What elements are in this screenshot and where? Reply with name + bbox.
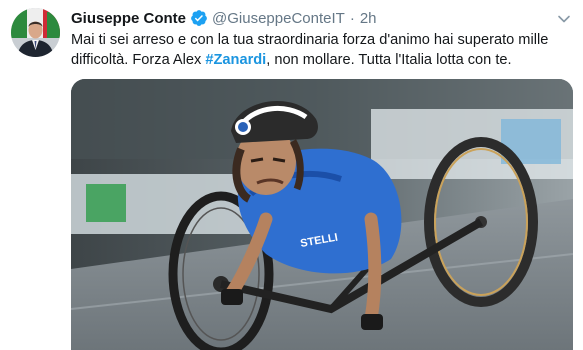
hashtag-link[interactable]: #Zanardi xyxy=(205,52,266,68)
verified-badge-icon xyxy=(190,9,208,27)
header-separator: · xyxy=(349,9,355,27)
handbike-athlete-image: STELLI xyxy=(71,79,573,350)
avatar[interactable] xyxy=(11,8,60,57)
author-name[interactable]: Giuseppe Conte xyxy=(71,10,186,27)
avatar-image xyxy=(11,8,60,57)
tweet-text-part2: , non mollare. Tutta l'Italia lotta con … xyxy=(266,52,512,68)
tweet-timestamp[interactable]: 2h xyxy=(360,10,377,27)
tweet-card[interactable]: Giuseppe Conte @GiuseppeConteIT · 2h Mai… xyxy=(0,0,583,350)
tweet-header: Giuseppe Conte @GiuseppeConteIT · 2h xyxy=(71,8,377,28)
tweet-text: Mai ti sei arreso e con la tua straordin… xyxy=(71,30,571,70)
chevron-down-icon[interactable] xyxy=(557,12,571,26)
author-handle[interactable]: @GiuseppeConteIT xyxy=(212,10,345,27)
tweet-media-photo[interactable]: STELLI xyxy=(71,79,573,350)
